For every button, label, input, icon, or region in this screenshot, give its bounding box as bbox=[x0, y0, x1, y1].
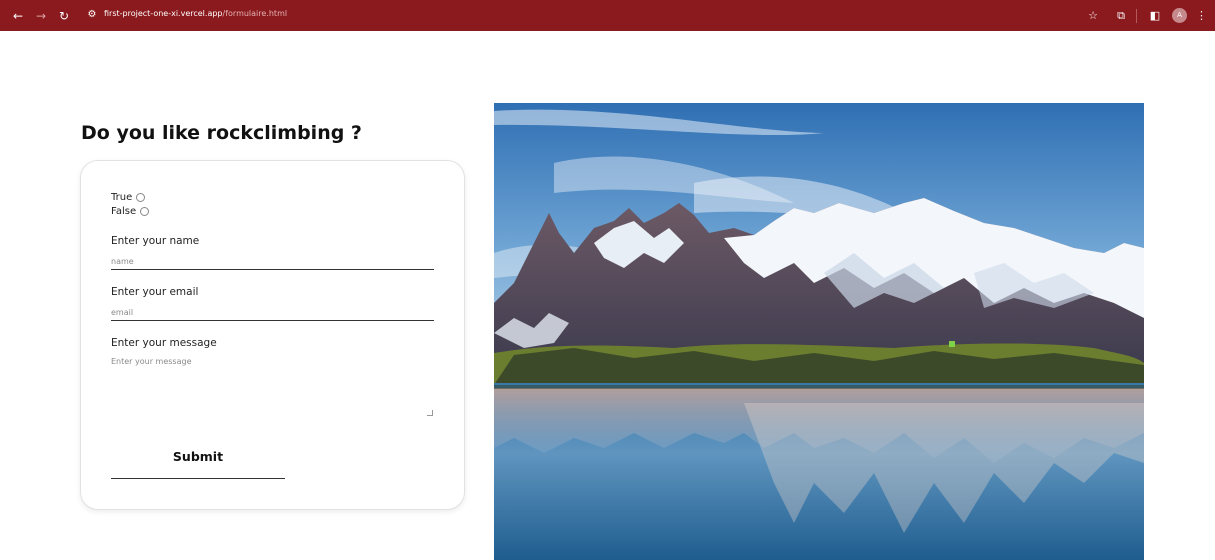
toolbar-divider bbox=[1136, 9, 1137, 23]
resize-handle-icon[interactable] bbox=[427, 410, 433, 416]
url-path: /formulaire.html bbox=[222, 9, 288, 18]
reload-icon[interactable]: ↻ bbox=[56, 8, 72, 24]
email-label: Enter your email bbox=[111, 286, 199, 298]
radio-option-false: False bbox=[111, 206, 150, 217]
message-label: Enter your message bbox=[111, 337, 217, 349]
radio-false-label: False bbox=[111, 206, 137, 217]
kebab-menu-icon[interactable]: ⋮ bbox=[1196, 8, 1207, 24]
radio-true-label: True bbox=[111, 192, 133, 203]
address-bar[interactable]: first-project-one-xi.vercel.app/formulai… bbox=[104, 9, 287, 18]
bookmark-star-icon[interactable]: ☆ bbox=[1086, 8, 1100, 24]
radio-option-true: True bbox=[111, 192, 146, 203]
url-host: first-project-one-xi.vercel.app bbox=[104, 9, 223, 18]
radio-true[interactable] bbox=[136, 193, 146, 202]
forward-arrow-icon[interactable]: → bbox=[33, 8, 49, 24]
radio-false[interactable] bbox=[140, 207, 150, 216]
back-arrow-icon[interactable]: ← bbox=[10, 8, 26, 24]
form-card: True False Enter your name Enter your em… bbox=[80, 160, 465, 510]
site-info-icon[interactable]: ⚙ bbox=[85, 8, 99, 22]
mountain-lake-image bbox=[494, 103, 1144, 560]
page-title: Do you like rockclimbing ? bbox=[81, 122, 362, 144]
side-panel-icon[interactable]: ◧ bbox=[1148, 8, 1162, 24]
submit-button[interactable]: Submit bbox=[111, 443, 285, 479]
email-input[interactable] bbox=[111, 305, 434, 321]
message-textarea[interactable] bbox=[111, 357, 435, 417]
name-label: Enter your name bbox=[111, 235, 200, 247]
extensions-icon[interactable]: ⧉ bbox=[1114, 8, 1128, 24]
browser-toolbar: ← → ↻ ⚙ first-project-one-xi.vercel.app/… bbox=[0, 0, 1215, 31]
profile-avatar[interactable]: A bbox=[1172, 8, 1187, 23]
name-input[interactable] bbox=[111, 254, 434, 270]
